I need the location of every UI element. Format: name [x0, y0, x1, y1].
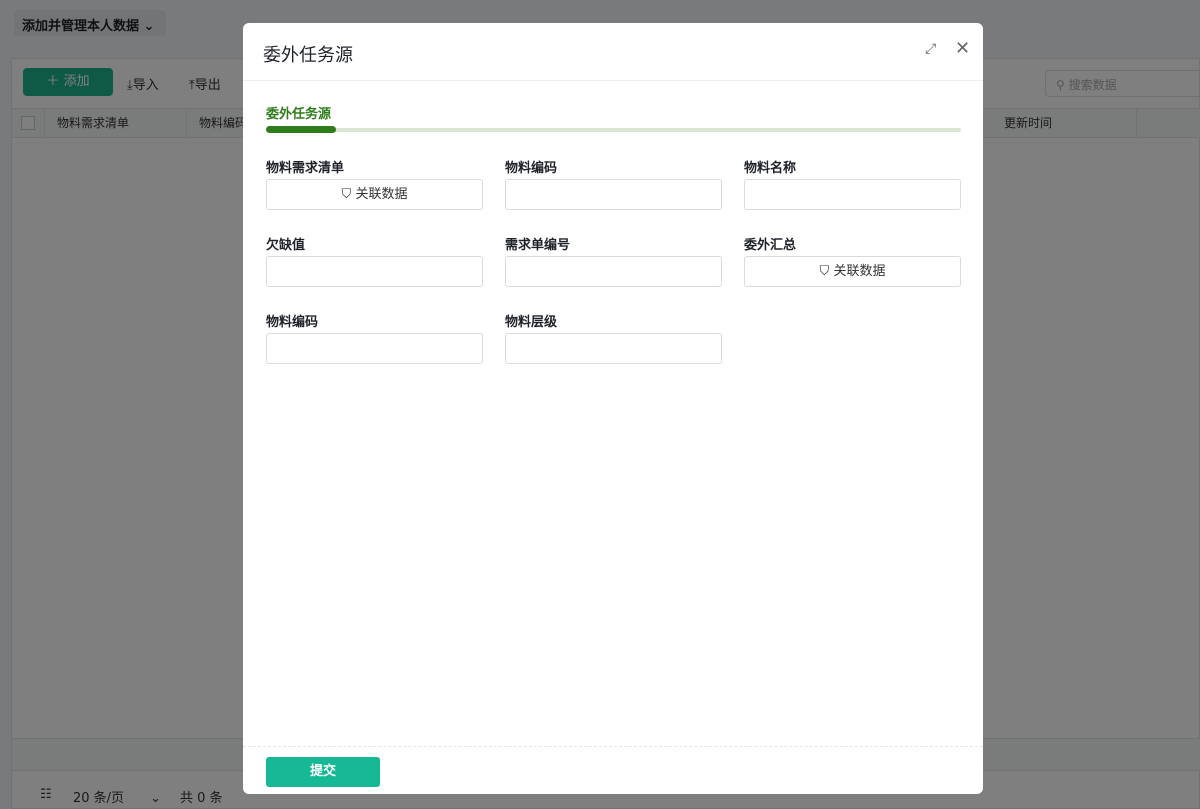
- field-label: 物料层级: [505, 315, 558, 330]
- field-label: 物料需求清单: [266, 161, 345, 176]
- text-field[interactable]: [744, 179, 961, 210]
- text-field[interactable]: [266, 333, 483, 364]
- text-field[interactable]: [505, 256, 722, 287]
- header-divider: [243, 80, 983, 81]
- close-icon[interactable]: ✕: [955, 38, 970, 59]
- field-label: 需求单编号: [505, 238, 571, 253]
- link-icon: ⛉: [341, 187, 352, 202]
- link-data-button[interactable]: ⛉ 关联数据: [266, 179, 483, 210]
- text-field[interactable]: [505, 179, 722, 210]
- submit-button[interactable]: 提交: [266, 757, 380, 787]
- field-label: 物料名称: [744, 161, 797, 176]
- progress-bar: [266, 126, 961, 133]
- link-data-button[interactable]: ⛉ 关联数据: [744, 256, 961, 287]
- tab-outsourcing[interactable]: 委外任务源: [266, 103, 331, 122]
- modal-title: 委外任务源: [263, 45, 353, 66]
- text-field[interactable]: [505, 333, 722, 364]
- field-label: 委外汇总: [744, 238, 797, 253]
- footer-divider: [243, 746, 983, 747]
- field-label: 物料编码: [505, 161, 558, 176]
- field-label: 欠缺值: [266, 238, 306, 253]
- text-field[interactable]: [266, 256, 483, 287]
- link-icon: ⛉: [819, 264, 830, 279]
- field-label: 物料编码: [266, 315, 319, 330]
- link-data-label: 关联数据: [833, 264, 886, 279]
- progress-fill: [266, 126, 336, 133]
- expand-icon[interactable]: ⤢: [925, 41, 936, 57]
- link-data-label: 关联数据: [355, 187, 408, 202]
- modal-dialog: 委外任务源 ⤢ ✕ 委外任务源 物料需求清单 ⛉ 关联数据 物料编码 物料名称 欠缺值需…: [243, 23, 983, 794]
